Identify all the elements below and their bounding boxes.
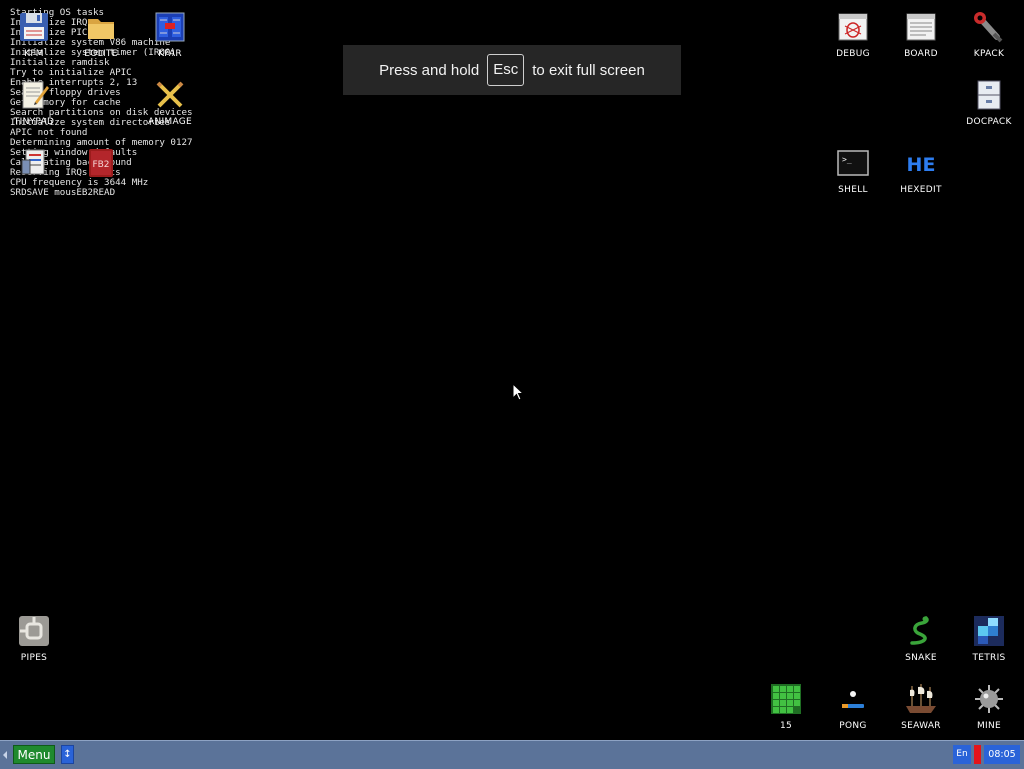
desktop-icon-label: KPACK — [973, 49, 1005, 59]
desktop-icon-label: BOARD — [904, 49, 938, 59]
desktop-icon-tinypad[interactable]: TINYPAD — [0, 72, 68, 134]
taskbar: Menu ↕ En 08:05 — [0, 740, 1024, 769]
menu-button[interactable]: Menu — [13, 745, 55, 764]
cabinet-icon — [972, 78, 1006, 112]
desktop-icon-kfar[interactable]: KFAR — [136, 4, 204, 66]
desktop-icon-debug[interactable]: DEBUG — [819, 4, 887, 66]
fb2-book-icon: FB2 — [84, 146, 118, 180]
notepad-icon — [17, 78, 51, 112]
bug-window-icon — [836, 10, 870, 44]
keyboard-layout-indicator[interactable]: En — [953, 745, 971, 764]
banner-text-before: Press and hold — [379, 61, 480, 79]
desktop-icon-fb2read[interactable]: FB2 — [67, 140, 135, 202]
banner-text-after: to exit full screen — [532, 61, 645, 79]
board-window-icon — [904, 10, 938, 44]
desktop: Starting OS tasks Initialize IRQs Initia… — [0, 0, 1024, 740]
terminal-icon: >_ — [836, 146, 870, 180]
mine-icon — [972, 682, 1006, 716]
document-icon — [17, 146, 51, 180]
desktop-icon-animage[interactable]: ANIMAGE — [136, 72, 204, 134]
desktop-icon-label: PONG — [839, 721, 867, 731]
desktop-icon-label: DEBUG — [836, 49, 870, 59]
desktop-icon-label: KFM — [24, 49, 44, 59]
svg-text:HE: HE — [907, 154, 936, 176]
desktop-icon-pipes[interactable]: PIPES — [0, 608, 68, 670]
desktop-icon-15[interactable]: 15 — [752, 676, 820, 738]
ship-icon — [904, 682, 938, 716]
desktop-icon-label: SNAKE — [905, 653, 937, 663]
desktop-icon-label: MINE — [976, 721, 1002, 731]
fullscreen-exit-banner: Press and hold Esc to exit full screen — [343, 45, 681, 95]
desktop-icon-label: TETRIS — [972, 653, 1006, 663]
desktop-icon-label: EOLITE — [84, 49, 118, 59]
desktop-icon-label: TINYPAD — [13, 117, 55, 127]
desktop-icon-eolite[interactable]: EOLITE — [67, 4, 135, 66]
kfar-icon — [153, 10, 187, 44]
desktop-icon-kpack[interactable]: KPACK — [955, 4, 1023, 66]
desktop-icon-pong[interactable]: PONG — [819, 676, 887, 738]
desktop-icon-hexedit[interactable]: HE HEXEDIT — [887, 140, 955, 202]
desktop-icon-label: ANIMAGE — [147, 117, 193, 127]
folder-icon — [84, 10, 118, 44]
desktop-icon-snake[interactable]: SNAKE — [887, 608, 955, 670]
svg-text:>_: >_ — [842, 155, 852, 164]
esc-key-hint: Esc — [487, 54, 525, 86]
desktop-icon-label: 15 — [779, 721, 793, 731]
wrench-icon — [972, 10, 1006, 44]
tetris-icon — [972, 614, 1006, 648]
pipes-icon — [17, 614, 51, 648]
desktop-icon-label: SEAWAR — [901, 721, 941, 731]
grid-icon — [769, 682, 803, 716]
status-indicator — [974, 745, 981, 764]
desktop-icon-label: KFAR — [158, 49, 182, 59]
desktop-icon-mine[interactable]: MINE — [955, 676, 1023, 738]
svg-text:FB2: FB2 — [92, 160, 109, 170]
taskbar-scroll-left-icon[interactable] — [1, 750, 9, 760]
desktop-icon-docpack[interactable]: DOCPACK — [955, 72, 1023, 134]
hex-icon: HE — [904, 146, 938, 180]
desktop-icon-shell[interactable]: >_ SHELL — [819, 140, 887, 202]
pong-icon — [836, 682, 870, 716]
clock[interactable]: 08:05 — [984, 745, 1020, 764]
desktop-icon-label: HEXEDIT — [900, 185, 942, 195]
desktop-icon-label: PIPES — [20, 653, 48, 663]
desktop-icon-board[interactable]: BOARD — [887, 4, 955, 66]
mouse-cursor-icon — [512, 383, 524, 401]
desktop-icon-label: DOCPACK — [966, 117, 1012, 127]
snake-icon — [904, 614, 938, 648]
desktop-icon-kfm[interactable]: KFM — [0, 4, 68, 66]
desktop-icon-label: SHELL — [838, 185, 868, 195]
window-switch-button[interactable]: ↕ — [61, 745, 74, 764]
desktop-icon-seawar[interactable]: SEAWAR — [887, 676, 955, 738]
desktop-icon-cedit[interactable] — [0, 140, 68, 202]
desktop-icon-tetris[interactable]: TETRIS — [955, 608, 1023, 670]
floppy-icon — [17, 10, 51, 44]
pencil-icon — [153, 78, 187, 112]
